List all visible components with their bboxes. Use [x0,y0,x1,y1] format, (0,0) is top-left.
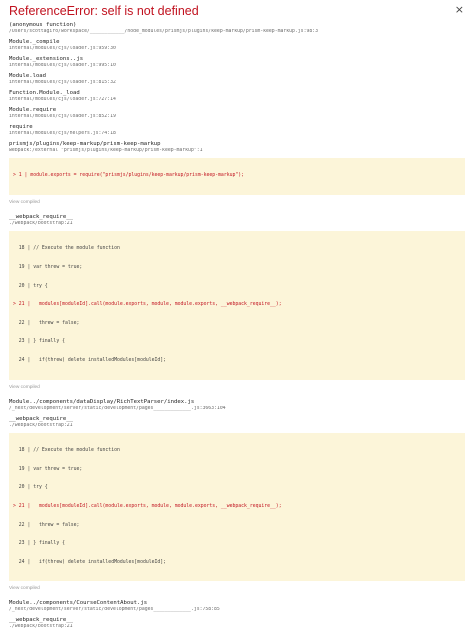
stack-frame[interactable]: Module._extensions..js internal/modules/… [9,56,465,69]
code-line: 24 | if(threw) delete installedModules[m… [13,559,167,565]
stack-frame[interactable]: __webpack_require__ ./webpack/bootstrap:… [9,617,465,630]
frame-function: Function.Module._load [9,90,80,96]
stack-frame[interactable]: __webpack_require__ ./webpack/bootstrap:… [9,214,465,227]
code-line: > 21 | modules[moduleId].call(module.exp… [13,302,282,308]
frame-file: internal/modules/cjs/loader.js:995:10 [9,63,116,68]
code-line: 22 | threw = false; [13,522,80,528]
frame-file: internal/modules/cjs/loader.js:815:32 [9,80,116,85]
code-line: 19 | var threw = true; [13,466,83,472]
stack-frame[interactable]: __webpack_require__ ./webpack/bootstrap:… [9,416,465,429]
frame-function: Module../components/CourseContentAbout.j… [9,600,148,607]
frame-function: Module../components/dataDisplay/RichText… [9,398,195,405]
code-line: 24 | if(threw) delete installedModules[m… [13,358,167,364]
frame-function: (anonymous function) [9,22,77,28]
code-line: 20 | try { [13,283,48,289]
frame-file: ./webpack/bootstrap:21 [9,624,73,630]
frame-function: Module.require [9,107,57,113]
frame-file: internal/modules/cjs/loader.js:959:30 [9,46,116,51]
stack-frame[interactable]: Module.require internal/modules/cjs/load… [9,107,465,120]
view-compiled-link[interactable]: View compiled [9,200,465,206]
stack-frame[interactable]: Module._compile internal/modules/cjs/loa… [9,39,465,52]
stack-frame[interactable]: prismjs/plugins/keep-markup/prism-keep-m… [9,141,465,154]
frame-file: internal/modules/cjs/loader.js:727:14 [9,97,116,102]
stack-frame[interactable]: Module../components/CourseContentAbout.j… [9,600,465,613]
close-icon[interactable]: × [455,3,464,17]
view-compiled-link[interactable]: View compiled [9,586,465,592]
frame-function: __webpack_require__ [9,617,73,624]
code-line: > 21 | modules[moduleId].call(module.exp… [13,503,282,509]
code-line: > 1 | module.exports = require("prismjs/… [13,173,245,179]
frame-function: __webpack_require__ [9,214,73,221]
code-snippet: > 1 | module.exports = require("prismjs/… [9,158,465,196]
frame-function: prismjs/plugins/keep-markup/prism-keep-m… [9,141,161,147]
code-line: 22 | threw = false; [13,320,80,326]
frame-function: __webpack_require__ [9,415,73,422]
code-line: 19 | var threw = true; [13,265,83,271]
code-line: 18 | // Execute the module function [13,448,120,454]
stack-trace: (anonymous function) /Users/scottagiro/w… [9,22,465,634]
code-snippet: 18 | // Execute the module function 19 |… [9,231,465,380]
view-compiled-link[interactable]: View compiled [9,385,465,391]
code-line: 18 | // Execute the module function [13,246,120,252]
frame-function: Module._extensions..js [9,56,84,62]
frame-function: require [9,124,33,130]
stack-frame[interactable]: Function.Module._load internal/modules/c… [9,90,465,103]
frame-function: Module.load [9,73,47,79]
stack-frame[interactable]: require internal/modules/cjs/helpers.js:… [9,124,465,137]
frame-file: internal/modules/cjs/helpers.js:74:18 [9,131,116,136]
frame-file: /Users/scottagiro/workspace/____________… [9,29,319,34]
frame-file: ./webpack/bootstrap:21 [9,221,73,227]
stack-frame[interactable]: Module../components/dataDisplay/RichText… [9,399,465,412]
code-line: 23 | } finally { [13,541,65,547]
frame-file: webpack:/external "prismjs/plugins/keep-… [9,148,203,153]
code-line: 20 | try { [13,485,48,491]
frames-top: (anonymous function) /Users/scottagiro/w… [9,22,465,154]
error-title: ReferenceError: self is not defined [9,4,199,18]
frame-function: Module._compile [9,39,60,45]
code-line: 23 | } finally { [13,339,65,345]
frame-file: /_next/development/server/static/develop… [9,405,226,411]
stack-frame[interactable]: Module.load internal/modules/cjs/loader.… [9,73,465,86]
code-snippet: 18 | // Execute the module function 19 |… [9,432,465,582]
frame-file: internal/modules/cjs/loader.js:852:19 [9,114,116,119]
stack-frame[interactable]: (anonymous function) /Users/scottagiro/w… [9,22,465,35]
frame-file: /_next/development/server/static/develop… [9,607,220,613]
